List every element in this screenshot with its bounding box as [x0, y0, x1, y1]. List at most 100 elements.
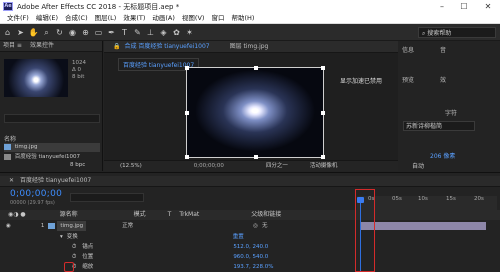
transform-handle[interactable]: [185, 111, 189, 115]
project-item[interactable]: 百度经验 tianyuefei1007: [4, 153, 100, 162]
project-item[interactable]: timg.jpg: [4, 143, 100, 152]
menu-animation[interactable]: 动画(A): [152, 13, 175, 24]
menu-effect[interactable]: 效果(T): [123, 13, 145, 24]
eye-icon[interactable]: ◉: [6, 221, 11, 231]
footer-timecode[interactable]: 0;00;00;00: [194, 161, 224, 172]
bpc-indicator[interactable]: 8 bpc: [70, 162, 85, 168]
layer-duration-bar[interactable]: [361, 222, 486, 230]
property-row[interactable]: ⏱ 位置 960.0, 540.0: [0, 252, 355, 262]
home-icon[interactable]: ⌂: [2, 27, 13, 38]
parent-select[interactable]: 无: [262, 221, 268, 231]
menu-edit[interactable]: 编辑(E): [36, 13, 58, 24]
tab-preview[interactable]: 预览: [402, 75, 414, 84]
roto-tool-icon[interactable]: ✿: [171, 27, 182, 38]
twirl-icon[interactable]: ▾: [60, 232, 63, 242]
property-row[interactable]: ⏱ 缩放 193.7, 228.0%: [0, 262, 355, 272]
project-search-input[interactable]: [4, 114, 100, 123]
selection-tool-icon[interactable]: ➤: [15, 27, 26, 38]
highlight-box: [355, 189, 375, 272]
timeline-search-input[interactable]: [70, 193, 144, 202]
stamp-tool-icon[interactable]: ⊥: [145, 27, 156, 38]
property-value[interactable]: 960.0, 540.0: [233, 252, 268, 262]
resolution-dropdown[interactable]: 四分之一: [266, 161, 288, 172]
title-bar: Ae Adobe After Effects CC 2018 - 无标题项目.a…: [0, 0, 500, 13]
tab-layer[interactable]: 图层 timg.jpg: [230, 42, 269, 52]
close-button[interactable]: ✕: [478, 0, 498, 13]
tab-project[interactable]: 项目 ≡: [3, 41, 22, 51]
col-parent[interactable]: 父级和链接: [251, 210, 281, 220]
pan-behind-tool-icon[interactable]: ⊕: [80, 27, 91, 38]
layer-name[interactable]: timg.jpg: [57, 221, 87, 231]
menu-window[interactable]: 窗口: [211, 13, 224, 24]
parent-pickwhip-icon[interactable]: ◎: [253, 221, 258, 231]
transform-handle[interactable]: [254, 155, 258, 159]
tracking-field[interactable]: 自动: [412, 161, 424, 170]
col-mode[interactable]: 模式: [134, 210, 146, 220]
tab-composition[interactable]: 合成 百度经验 tianyuefei1007: [124, 42, 209, 52]
camera-dropdown[interactable]: 活动摄像机: [310, 161, 338, 172]
pen-tool-icon[interactable]: ✒: [106, 27, 117, 38]
rectangle-tool-icon[interactable]: ▭: [93, 27, 104, 38]
meta-line: Δ 0: [72, 67, 82, 73]
app-icon: Ae: [3, 2, 13, 11]
tab-effect-controls[interactable]: 效果控件: [30, 41, 54, 51]
property-row[interactable]: ▾ 变换 重置: [0, 232, 355, 242]
property-name: 位置: [82, 254, 94, 260]
menu-composition[interactable]: 合成(C): [65, 13, 88, 24]
layer-row[interactable]: ◉ 1 timg.jpg 正常 ◎ 无: [0, 221, 355, 231]
footage-icon: [4, 143, 11, 150]
highlight-box: [64, 262, 74, 272]
timeline-timecode[interactable]: 0;00;00;00: [10, 189, 62, 199]
reset-link[interactable]: 重置: [233, 232, 244, 242]
transform-handle[interactable]: [321, 111, 325, 115]
col-trkmat[interactable]: TrkMat: [179, 210, 199, 220]
maximize-button[interactable]: ☐: [454, 0, 474, 13]
eraser-tool-icon[interactable]: ◈: [158, 27, 169, 38]
property-row[interactable]: ⏱ 锚点 512.0, 240.0: [0, 242, 355, 252]
project-item-name: 百度经验 tianyuefei1007: [14, 154, 81, 160]
menu-help[interactable]: 帮助(H): [231, 13, 254, 24]
font-family-select[interactable]: 苏新诗柳楷简: [403, 121, 475, 131]
transform-handle[interactable]: [254, 66, 258, 70]
font-size-field[interactable]: 206 像素: [430, 151, 455, 160]
project-column-name[interactable]: 名称: [4, 134, 16, 143]
rotate-tool-icon[interactable]: ↻: [54, 27, 65, 38]
col-source-name[interactable]: 源名称: [60, 210, 78, 220]
tab-audio[interactable]: 音: [440, 45, 446, 54]
tools-toolbar: ⌂ ➤ ✋ ⌕ ↻ ◉ ⊕ ▭ ✒ T ✎ ⊥ ◈ ✿ ✶ ⌕ 搜索帮助: [0, 24, 500, 41]
hand-tool-icon[interactable]: ✋: [28, 27, 39, 38]
layer-number: 1: [40, 223, 45, 229]
close-tab-icon[interactable]: ✕: [9, 176, 14, 186]
minimize-button[interactable]: –: [432, 0, 452, 13]
transform-handle[interactable]: [185, 155, 189, 159]
menu-view[interactable]: 视图(V): [182, 13, 205, 24]
property-value[interactable]: 193.7, 228.0%: [233, 262, 273, 272]
menu-layer[interactable]: 图层(L): [95, 13, 117, 24]
ruler-tick: 20s: [474, 196, 484, 202]
brush-tool-icon[interactable]: ✎: [132, 27, 143, 38]
tab-info[interactable]: 信息: [402, 45, 414, 54]
search-help-field[interactable]: ⌕ 搜索帮助: [418, 26, 496, 38]
tab-timeline[interactable]: 百度经验 tianyuefei1007: [20, 176, 91, 186]
camera-tool-icon[interactable]: ◉: [67, 27, 78, 38]
stopwatch-icon[interactable]: ⏱: [72, 252, 76, 262]
composition-viewer[interactable]: [185, 66, 325, 159]
search-help-placeholder: 搜索帮助: [427, 29, 452, 37]
tab-character[interactable]: 字符: [445, 108, 457, 117]
puppet-tool-icon[interactable]: ✶: [184, 27, 195, 38]
lock-icon[interactable]: 🔒: [113, 42, 120, 52]
menu-file[interactable]: 文件(F): [7, 13, 29, 24]
stopwatch-icon[interactable]: ⏱: [72, 242, 76, 252]
transform-handle[interactable]: [185, 66, 189, 70]
property-name: 变换: [66, 234, 78, 240]
zoom-tool-icon[interactable]: ⌕: [41, 27, 52, 38]
window-title: Adobe After Effects CC 2018 - 无标题项目.aep …: [17, 3, 180, 11]
text-tool-icon[interactable]: T: [119, 27, 130, 38]
property-value[interactable]: 512.0, 240.0: [233, 242, 268, 252]
zoom-dropdown[interactable]: (12.5%): [120, 161, 142, 172]
col-t[interactable]: T: [168, 210, 172, 220]
transform-handle[interactable]: [321, 66, 325, 70]
tab-effects[interactable]: 效: [440, 75, 446, 84]
layer-mode-select[interactable]: 正常: [122, 221, 133, 231]
transform-handle[interactable]: [321, 155, 325, 159]
